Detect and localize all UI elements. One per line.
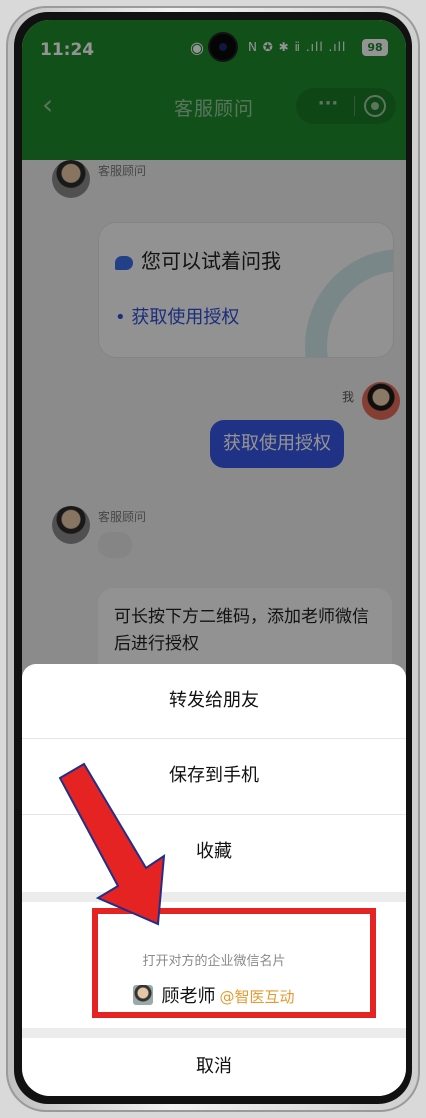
cancel-button[interactable]: 取消 xyxy=(22,1038,406,1096)
red-arrow-annotation xyxy=(58,762,166,926)
sheet-gap xyxy=(22,1028,406,1038)
forward-to-friend-button[interactable]: 转发给朋友 xyxy=(22,664,406,738)
